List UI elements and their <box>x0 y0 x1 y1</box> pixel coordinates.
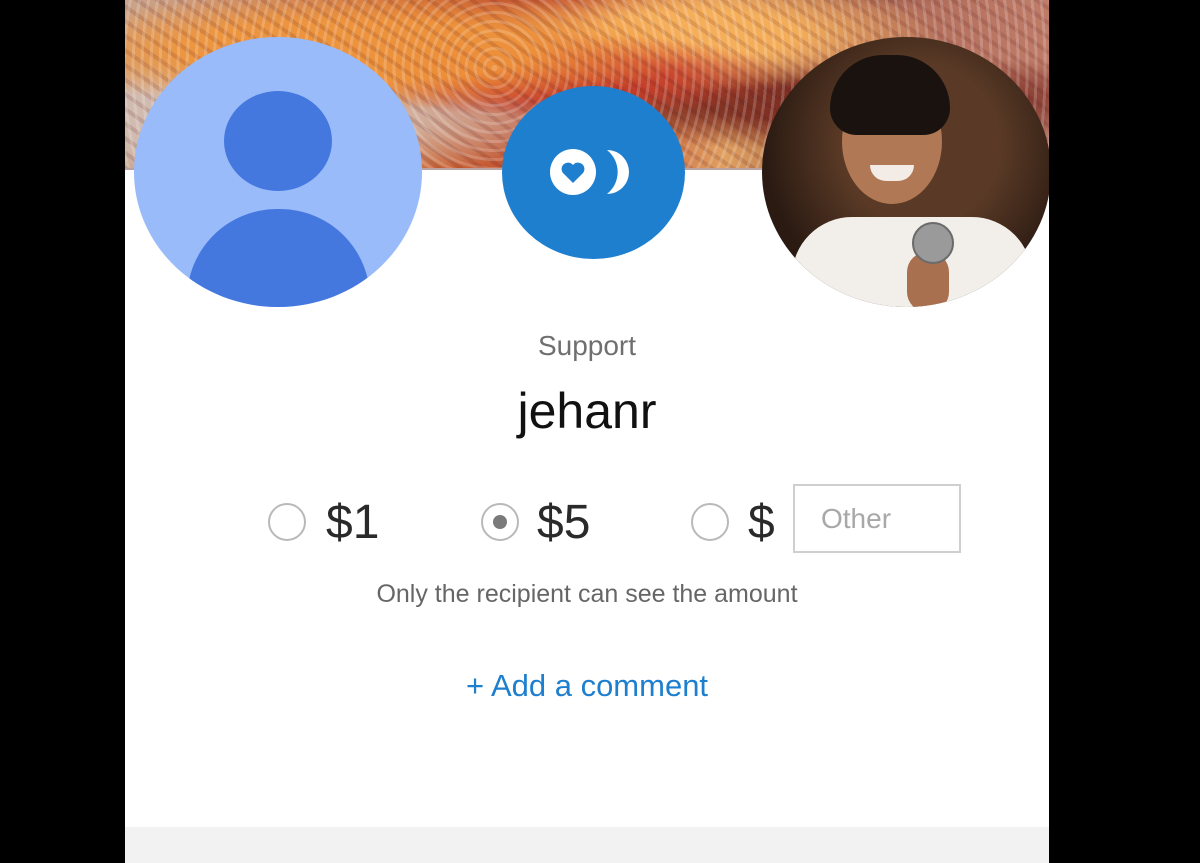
amount-radio-1[interactable] <box>268 503 306 541</box>
avatar-head-shape <box>224 91 332 191</box>
privacy-note: Only the recipient can see the amount <box>376 580 798 608</box>
avatar-body-shape <box>187 209 370 307</box>
amount-radio-other[interactable] <box>691 503 729 541</box>
currency-symbol: $ <box>748 496 775 549</box>
amount-radio-5[interactable] <box>481 503 519 541</box>
add-comment-link[interactable]: + Add a comment <box>125 668 1049 704</box>
sender-avatar <box>134 37 422 307</box>
support-panel: Support jehanr $1 $5 $ Only the recipien… <box>125 0 1049 863</box>
heart-coin-logo-icon <box>502 86 685 259</box>
footer-strip <box>125 827 1049 863</box>
amount-label-1[interactable]: $1 <box>326 499 379 547</box>
microphone-icon <box>912 222 954 264</box>
amount-label-5[interactable]: $5 <box>537 499 590 547</box>
recipient-avatar <box>762 37 1049 307</box>
photo-hair <box>830 55 950 135</box>
recipient-username: jehanr <box>517 383 657 439</box>
other-amount-input[interactable] <box>793 484 961 553</box>
support-label: Support <box>537 330 637 361</box>
